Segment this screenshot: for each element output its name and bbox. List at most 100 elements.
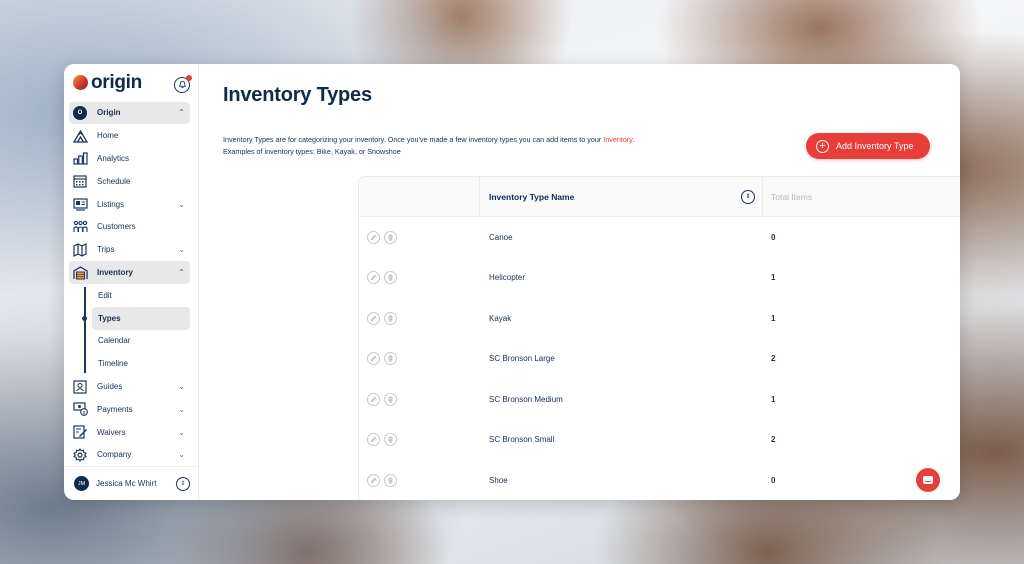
type-name: Shoe — [489, 475, 508, 485]
chat-support-button[interactable] — [916, 468, 940, 492]
page-description: Inventory Types are for categorizing you… — [223, 135, 635, 156]
garage-icon — [72, 265, 88, 281]
total-items: 1 — [771, 273, 776, 283]
total-items: 2 — [771, 354, 776, 364]
edit-button[interactable] — [367, 473, 380, 487]
trash-icon — [388, 477, 393, 484]
total-items: 2 — [771, 435, 776, 445]
sidebar-item-company[interactable]: Company ⌄ — [69, 444, 190, 467]
plus-circle-icon: + — [816, 139, 829, 153]
submenu-item-calendar[interactable]: Calendar — [92, 330, 190, 353]
main-content: Inventory Types Inventory Types are for … — [199, 64, 960, 500]
table-row: Helicopter 1 — [359, 258, 960, 299]
column-header-total: Total Items — [771, 191, 813, 202]
type-name: SC Bronson Medium — [489, 394, 563, 404]
guide-icon — [72, 379, 88, 395]
type-name: SC Bronson Small — [489, 435, 555, 445]
submenu-item-edit[interactable]: Edit — [92, 284, 190, 307]
delete-button[interactable] — [384, 311, 397, 325]
delete-button[interactable] — [384, 392, 397, 406]
edit-button[interactable] — [367, 392, 380, 406]
table-row: Shoe 0 — [359, 460, 960, 500]
delete-button[interactable] — [384, 352, 397, 366]
trash-icon — [388, 274, 393, 281]
sidebar-item-label: Guides — [97, 382, 123, 392]
table-row: SC Bronson Large 2 — [359, 339, 960, 380]
delete-button[interactable] — [384, 473, 397, 487]
sidebar-item-label: Home — [97, 131, 119, 141]
pencil-icon — [370, 275, 377, 281]
sidebar-item-waivers[interactable]: Waivers ⌄ — [69, 421, 190, 444]
submenu-item-timeline[interactable]: Timeline — [92, 352, 190, 375]
mountain-icon — [72, 128, 88, 144]
chevron-down-icon: ⌄ — [178, 404, 185, 414]
edit-button[interactable] — [367, 311, 380, 325]
sidebar-item-label: Analytics — [97, 154, 130, 164]
table-row: SC Bronson Small 2 — [359, 420, 960, 461]
sidebar-item-label: Waivers — [97, 427, 126, 437]
chevron-down-icon: ⌄ — [178, 450, 185, 460]
people-icon — [72, 219, 88, 235]
user-name: Jessica Mc Whirt — [96, 479, 157, 489]
type-name: Kayak — [489, 313, 512, 323]
sidebar-item-customers[interactable]: Customers — [69, 216, 190, 239]
sort-icon[interactable]: ⇕ — [741, 189, 755, 204]
type-name: Helicopter — [489, 273, 526, 283]
sidebar-item-org[interactable]: O Origin ⌃ — [69, 101, 190, 125]
sidebar-item-payments[interactable]: $ Payments ⌄ — [69, 398, 190, 421]
edit-button[interactable] — [367, 230, 380, 244]
inventory-link[interactable]: Inventory. — [603, 135, 634, 144]
type-name: SC Bronson Large — [489, 354, 555, 364]
inventory-submenu: Edit Types Calendar Timeline — [69, 284, 190, 375]
logo[interactable]: origin — [73, 72, 142, 94]
payments-icon: $ — [72, 401, 88, 417]
chevron-down-icon: ⌄ — [178, 199, 185, 209]
sidebar-item-schedule[interactable]: Schedule — [69, 170, 190, 193]
add-inventory-type-button[interactable]: + Add Inventory Type — [806, 133, 930, 159]
table-row: Kayak 1 — [359, 298, 960, 339]
sidebar-item-label: Origin — [97, 108, 121, 118]
submenu-active-dot — [82, 315, 88, 321]
total-items: 0 — [771, 232, 776, 242]
notification-dot — [186, 74, 192, 81]
sidebar-item-label: Schedule — [97, 176, 131, 186]
pencil-icon — [370, 437, 377, 443]
sidebar-item-guides[interactable]: Guides ⌄ — [69, 375, 190, 398]
chevron-down-icon: ⌄ — [178, 382, 185, 392]
delete-button[interactable] — [384, 271, 397, 285]
sidebar-item-home[interactable]: Home — [69, 124, 190, 147]
gear-icon — [72, 447, 88, 463]
inventory-types-table: Inventory Type Name ⇕ Total Items Canoe … — [358, 176, 960, 500]
edit-button[interactable] — [367, 271, 380, 285]
expand-collapse-icon[interactable]: ⇕ — [176, 476, 190, 491]
pencil-icon — [370, 396, 377, 402]
sidebar-item-listings[interactable]: Listings ⌄ — [69, 193, 190, 216]
edit-button[interactable] — [367, 433, 380, 447]
notifications-bell-icon[interactable] — [174, 74, 192, 93]
sidebar-item-label: Company — [97, 450, 132, 460]
pencil-icon — [370, 477, 377, 483]
trash-icon — [388, 234, 393, 241]
logo-text: origin — [91, 71, 142, 93]
delete-button[interactable] — [384, 433, 397, 447]
delete-button[interactable] — [384, 230, 397, 244]
chevron-down-icon: ⌄ — [178, 245, 185, 255]
map-icon — [72, 242, 88, 258]
sidebar-item-label: Listings — [97, 199, 125, 209]
sidebar-item-analytics[interactable]: Analytics — [69, 147, 190, 170]
trash-icon — [388, 315, 393, 322]
edit-button[interactable] — [367, 352, 380, 366]
sidebar-item-label: Payments — [97, 404, 133, 414]
bell-glyph-icon — [178, 81, 186, 89]
table-body: Canoe 0 Helicopter 1 Kayak 1 SC Bronson … — [359, 217, 960, 500]
chevron-down-icon: ⌄ — [178, 427, 185, 437]
avatar: JM — [74, 476, 89, 492]
sidebar-item-label: Customers — [97, 222, 136, 232]
column-header-name[interactable]: Inventory Type Name ⇕ — [480, 177, 763, 216]
user-menu[interactable]: JM Jessica Mc Whirt ⇕ — [64, 466, 198, 500]
sidebar-item-trips[interactable]: Trips ⌄ — [69, 238, 190, 261]
submenu-line — [84, 286, 86, 374]
listing-icon — [72, 196, 88, 212]
sidebar-item-inventory[interactable]: Inventory ⌃ — [69, 261, 190, 284]
submenu-item-types[interactable]: Types — [92, 306, 190, 330]
